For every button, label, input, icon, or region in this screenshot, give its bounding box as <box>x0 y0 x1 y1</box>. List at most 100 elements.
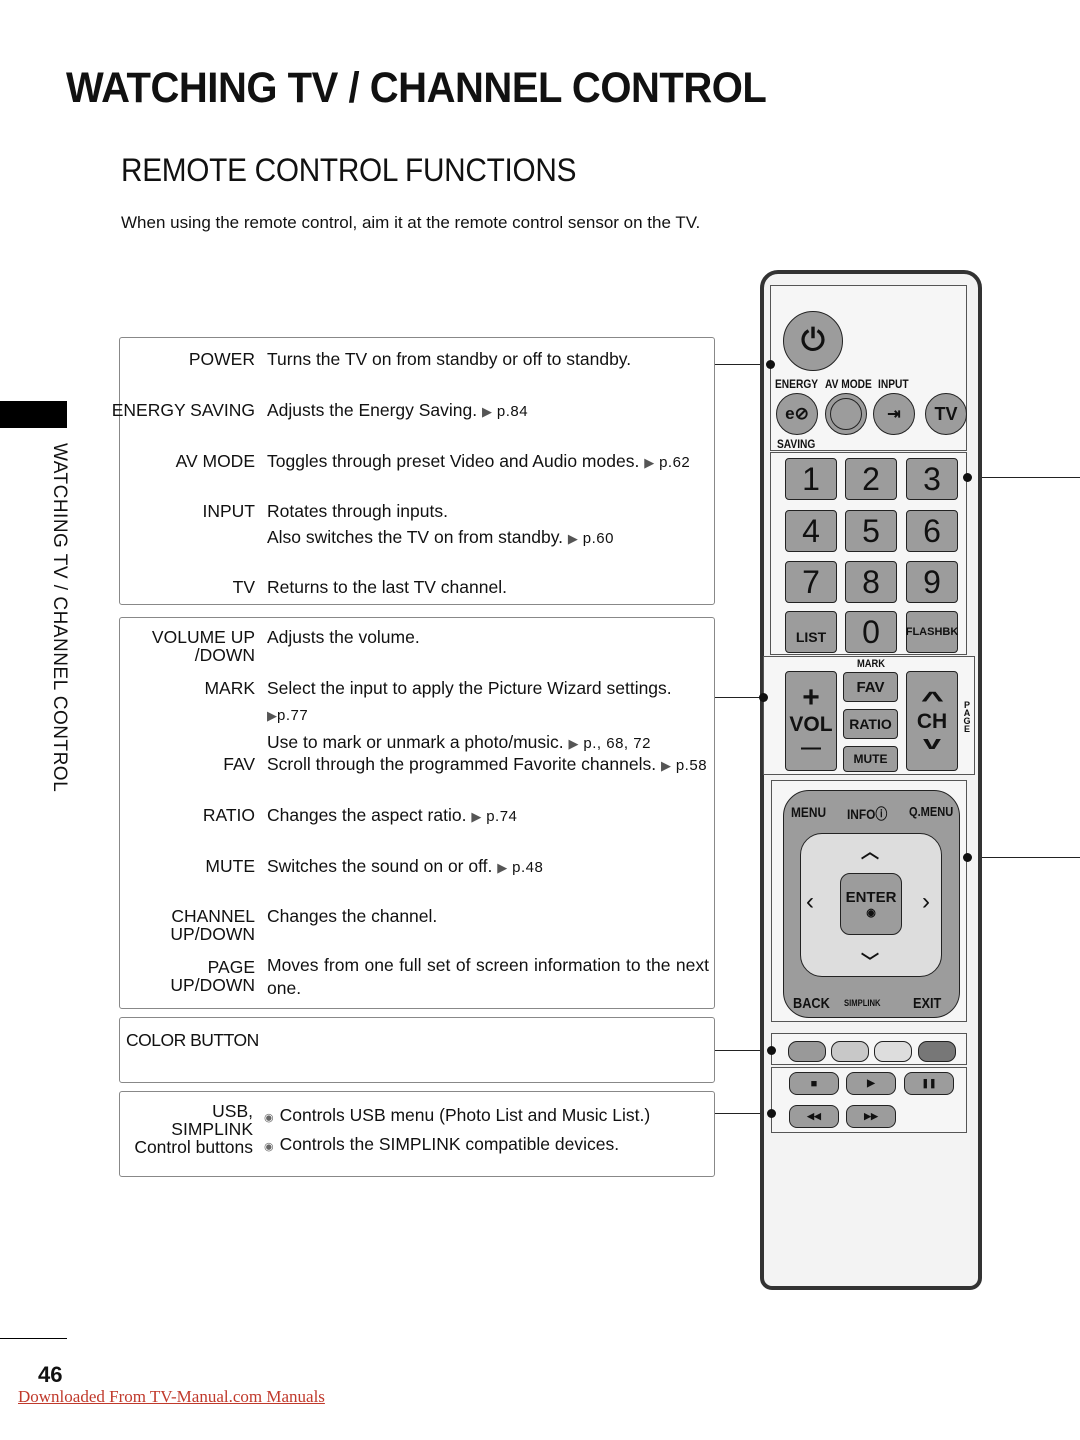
label: AV MODE <box>175 451 255 471</box>
remote-label: SAVING <box>777 437 816 451</box>
page-ref: p.60 <box>582 530 614 547</box>
page-ref: p.62 <box>659 454 691 471</box>
page-ref: p.74 <box>486 808 518 825</box>
remote-1-button: 1 <box>785 458 837 500</box>
label: TV <box>232 577 255 597</box>
remote-7-button: 7 <box>785 561 837 603</box>
arrow-icon: ▶ <box>660 758 671 773</box>
remote-5-button: 5 <box>845 510 897 552</box>
connector-dot <box>767 1046 776 1055</box>
minus-icon: — <box>801 736 821 759</box>
page-ref: p.48 <box>512 859 544 876</box>
label-line: UP/DOWN <box>170 924 255 944</box>
remote-power-button: ⏻ <box>783 311 843 371</box>
description: Turns the TV on from standby or off to s… <box>267 349 632 369</box>
intro-text: When using the remote control, aim it at… <box>121 213 701 232</box>
label-line: USB, <box>212 1101 253 1121</box>
dpad-up-icon: ︿ <box>861 842 879 862</box>
desc-text: Adjusts the Energy Saving. <box>267 400 478 420</box>
label: PAGE UP/DOWN <box>170 958 255 994</box>
label: COLOR BUTTON <box>126 1030 259 1050</box>
desc-text: Select the input to apply the Picture Wi… <box>267 678 672 698</box>
remote-energy-saving-button: e⊘ <box>776 393 818 435</box>
remote-fav-button: FAV <box>843 672 898 702</box>
chevron-up-icon: ^ <box>920 687 944 712</box>
remote-channel-button: ^ CH v <box>906 671 958 771</box>
ch-label: CH <box>916 710 948 733</box>
download-link[interactable]: Downloaded From TV-Manual.com Manuals <box>18 1387 325 1407</box>
dpad-left-icon: ‹ <box>806 888 814 915</box>
remote-play-button: ▶ <box>846 1072 896 1095</box>
page-title: WATCHING TV / CHANNEL CONTROL <box>66 64 767 112</box>
remote-label: AV MODE <box>825 377 872 391</box>
remote-yellow-button <box>874 1041 912 1062</box>
arrow-icon: ▶ <box>497 860 508 875</box>
arrow-icon: ▶ <box>267 708 277 723</box>
desc-text: Switches the sound on or off. <box>267 856 493 876</box>
arrow-icon: ▶ <box>567 531 578 546</box>
page-ref: p., 68, 72 <box>583 735 651 752</box>
chevron-down-icon: v <box>922 733 942 753</box>
remote-info-button: INFOⓘ <box>847 806 888 822</box>
description: Moves from one full set of screen inform… <box>267 955 709 998</box>
box-color-button: COLOR BUTTON <box>119 1017 715 1083</box>
dpad-down-icon: ﹀ <box>861 952 879 972</box>
item-text: Controls USB menu (Photo List and Music … <box>279 1105 651 1125</box>
desc-text: Also switches the TV on from standby. <box>267 527 564 547</box>
box-power-group: POWER Turns the TV on from standby or off… <box>112 337 715 605</box>
label-line: SIMPLINK <box>171 1119 253 1139</box>
vol-label: VOL <box>789 712 833 736</box>
dpad-right-icon: › <box>922 888 930 915</box>
remote-rewind-button: ◀◀ <box>789 1105 839 1128</box>
list-item: ◉ Controls the SIMPLINK compatible device… <box>264 1131 650 1160</box>
remote-av-mode-button <box>825 393 867 435</box>
remote-menu-button: MENU <box>791 804 827 820</box>
connector-line <box>967 857 1080 858</box>
connector-dot <box>759 693 768 702</box>
desc-text: Use to mark or unmark a photo/music. <box>267 732 564 752</box>
remote-flashbk-button: FLASHBK <box>906 611 958 653</box>
remote-label: ENERGY <box>775 377 819 391</box>
remote-pause-button: ❚❚ <box>904 1072 954 1095</box>
remote-exit-button: EXIT <box>913 995 942 1012</box>
remote-red-button <box>788 1041 826 1062</box>
description: Adjusts the volume. <box>267 627 420 647</box>
description: Toggles through preset Video and Audio m… <box>267 448 709 476</box>
arrow-icon: ▶ <box>644 455 655 470</box>
remote-8-button: 8 <box>845 561 897 603</box>
connector-dot <box>766 360 775 369</box>
label-line: CHANNEL <box>171 906 255 926</box>
remote-9-button: 9 <box>906 561 958 603</box>
description: Select the input to apply the Picture Wi… <box>267 675 709 757</box>
label: MUTE <box>205 856 255 876</box>
description: Scroll through the programmed Favorite c… <box>267 751 709 779</box>
label: CHANNEL UP/DOWN <box>170 907 255 943</box>
list-item: ◉ Controls USB menu (Photo List and Music… <box>264 1102 650 1131</box>
chapter-tab-marker <box>0 401 67 428</box>
remote-blue-button <box>918 1041 956 1062</box>
page-number: 46 <box>38 1362 63 1387</box>
remote-tv-button: TV <box>925 393 967 435</box>
remote-4-button: 4 <box>785 510 837 552</box>
remote-6-button: 6 <box>906 510 958 552</box>
connector-line <box>715 697 763 698</box>
remote-label: INPUT <box>878 377 909 391</box>
remote-ratio-button: RATIO <box>843 709 898 739</box>
dot-icon: ◉ <box>866 907 876 919</box>
arrow-icon: ▶ <box>482 404 492 419</box>
arrow-icon: ▶ <box>471 809 482 824</box>
description: Rotates through inputs. Also switches the… <box>267 498 709 552</box>
box-volume-group: VOLUME UP/DOWN Adjusts the volume. MARK Se… <box>119 617 715 1009</box>
connector-dot <box>767 1109 776 1118</box>
label-line: /DOWN <box>194 645 255 665</box>
remote-volume-button: + VOL — <box>785 671 837 771</box>
item-text: Controls the SIMPLINK compatible devices… <box>279 1134 620 1154</box>
enter-label: ENTER <box>845 889 897 906</box>
page-label: PAGE <box>962 700 972 732</box>
info-label: INFO <box>847 806 876 822</box>
page-ref: p.58 <box>675 757 708 774</box>
box-usb-simplink: USB, SIMPLINK Control buttons ◉ Controls US… <box>119 1091 715 1177</box>
remote-fast-forward-button: ▶▶ <box>846 1105 896 1128</box>
footer-rule <box>0 1338 67 1339</box>
connector-dot <box>963 853 972 862</box>
